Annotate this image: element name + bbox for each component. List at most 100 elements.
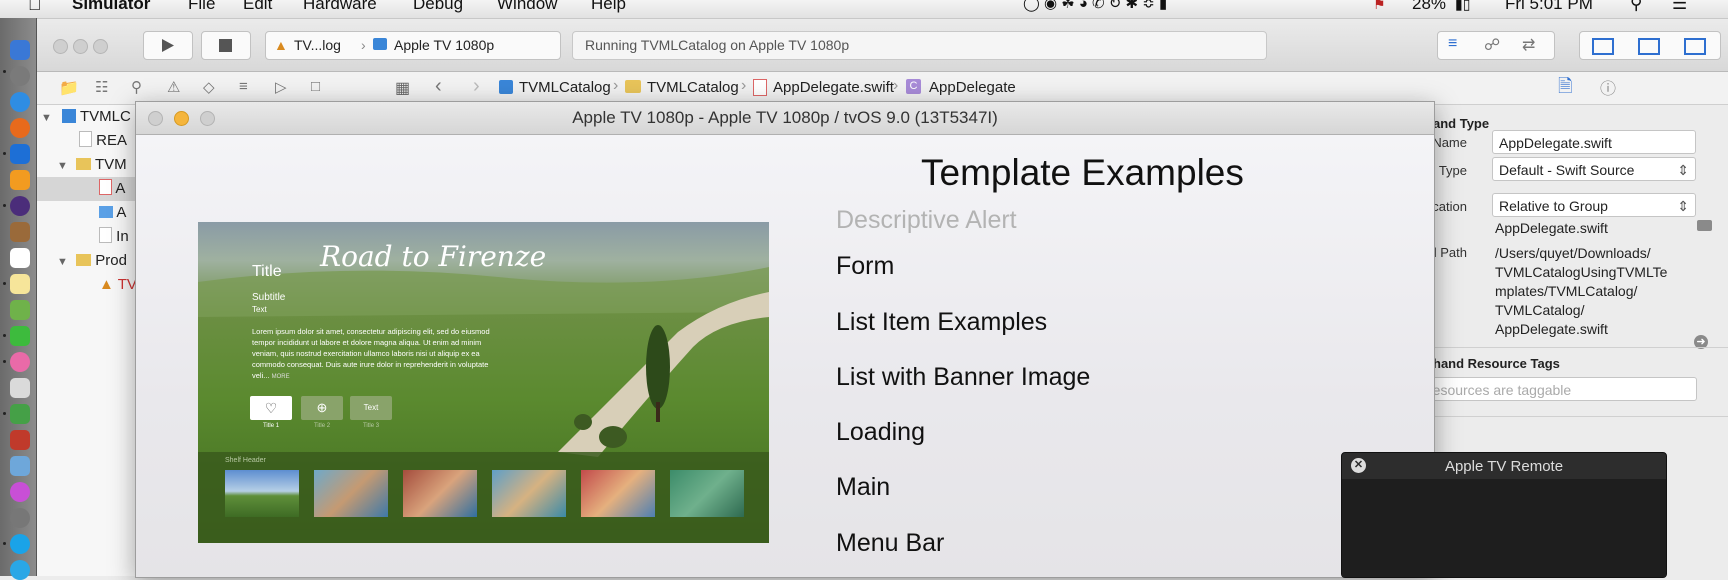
breadcrumb-symbol[interactable]: AppDelegate	[929, 79, 1016, 96]
list-item[interactable]: ▼ TVM	[57, 153, 127, 177]
photos-icon[interactable]	[10, 352, 30, 372]
template-menu-item[interactable]: Form	[836, 252, 894, 281]
location-select[interactable]: Relative to Group ⇕	[1492, 193, 1696, 217]
utilities-toggle-icon[interactable]	[1684, 38, 1706, 55]
launchpad-icon[interactable]	[10, 66, 30, 86]
scheme-selector[interactable]: ▲ TV...log › Apple TV 1080p	[265, 31, 561, 60]
test-navigator-icon[interactable]: ◇	[203, 78, 215, 96]
preview-icon[interactable]	[10, 456, 30, 476]
xcode-icon[interactable]	[10, 144, 30, 164]
add-button[interactable]: ⊕	[301, 396, 343, 420]
project-navigator-icon[interactable]: 📁	[59, 78, 79, 98]
stop-button[interactable]	[201, 31, 251, 60]
menu-edit[interactable]: Edit	[243, 0, 272, 12]
resource-tags-field[interactable]: resources are taggable	[1421, 377, 1697, 401]
stickies-icon[interactable]	[10, 274, 30, 294]
back-arrow-icon[interactable]: ‹	[435, 75, 442, 98]
notes-icon[interactable]	[10, 222, 30, 242]
system-preferences-icon[interactable]	[10, 508, 30, 528]
menu-app-name[interactable]: Simulator	[72, 0, 150, 12]
forward-arrow-icon[interactable]: ›	[473, 75, 480, 98]
calendar-icon[interactable]	[10, 248, 30, 268]
menu-hardware[interactable]: Hardware	[303, 0, 377, 12]
issue-navigator-icon[interactable]: ⚠	[167, 78, 180, 96]
messages-icon[interactable]	[10, 326, 30, 346]
maps-icon[interactable]	[10, 300, 30, 320]
breakpoint-navigator-icon[interactable]: ▷	[275, 78, 287, 96]
list-item[interactable]: ▲ TV	[99, 273, 137, 297]
template-menu-item[interactable]: List with Banner Image	[836, 363, 1090, 392]
template-preview[interactable]: Road to Firenze Title Subtitle Text Lore…	[198, 222, 769, 543]
version-editor-icon[interactable]: ⇄	[1522, 35, 1535, 55]
ibooks-icon[interactable]	[10, 170, 30, 190]
textedit-icon[interactable]	[10, 378, 30, 398]
shelf-image[interactable]	[492, 470, 566, 517]
navigator-toggle-icon[interactable]	[1592, 38, 1614, 55]
disclosure-triangle-icon[interactable]: ▼	[41, 112, 52, 124]
close-window-button[interactable]	[53, 39, 68, 54]
template-menu-item[interactable]: Loading	[836, 418, 925, 447]
run-button[interactable]	[143, 31, 193, 60]
breadcrumb-group[interactable]: TVMLCatalog	[647, 79, 739, 96]
minimize-window-button[interactable]	[73, 39, 88, 54]
list-item[interactable]: In	[99, 225, 129, 249]
shelf-image[interactable]	[225, 470, 299, 517]
menu-help[interactable]: Help	[591, 0, 626, 12]
quick-help-icon[interactable]: ⓘ	[1600, 75, 1616, 99]
menu-file[interactable]: File	[188, 0, 215, 12]
debug-area-toggle-icon[interactable]	[1638, 38, 1660, 55]
github-icon[interactable]	[10, 196, 30, 216]
list-item[interactable]: A	[99, 201, 126, 225]
breadcrumb-project[interactable]: TVMLCatalog	[519, 79, 611, 96]
text-button[interactable]: Text	[350, 396, 392, 420]
skype-icon[interactable]	[10, 534, 30, 554]
list-item[interactable]: A	[99, 177, 125, 201]
report-navigator-icon[interactable]: □	[311, 78, 320, 95]
notification-center-icon[interactable]: ☰	[1672, 0, 1687, 12]
remote-touch-surface[interactable]	[1342, 479, 1666, 577]
find-navigator-icon[interactable]: ⚲	[131, 78, 142, 96]
template-menu-item[interactable]: List Item Examples	[836, 308, 1047, 337]
zoom-window-button[interactable]	[93, 39, 108, 54]
favorite-button[interactable]: ♡	[250, 396, 292, 420]
template-menu-item[interactable]: Descriptive Alert	[836, 206, 1017, 235]
assistant-editor-icon[interactable]: ☍	[1484, 35, 1500, 55]
name-field[interactable]: AppDelegate.swift	[1492, 130, 1696, 154]
menu-clock[interactable]: Fri 5:01 PM	[1505, 0, 1593, 12]
firefox-icon[interactable]	[10, 118, 30, 138]
flag-icon[interactable]: ⚑	[1373, 0, 1386, 11]
itunes-icon[interactable]	[10, 482, 30, 502]
shelf-image[interactable]	[314, 470, 388, 517]
list-item[interactable]: ▼ Prod	[57, 249, 127, 273]
close-window-button[interactable]	[148, 111, 163, 126]
view-toggle-group[interactable]	[1579, 31, 1721, 60]
debug-navigator-icon[interactable]: ≡	[239, 78, 248, 95]
list-item[interactable]: REA	[79, 129, 127, 153]
minimize-window-button[interactable]	[174, 111, 189, 126]
disclosure-triangle-icon[interactable]: ▼	[57, 256, 68, 268]
folder-icon[interactable]	[1697, 220, 1712, 231]
finder-icon[interactable]	[10, 40, 30, 60]
type-select[interactable]: Default - Swift Source ⇕	[1492, 157, 1696, 181]
standard-editor-icon[interactable]: ≡	[1448, 35, 1457, 53]
photo-booth-icon[interactable]	[10, 430, 30, 450]
spotlight-icon[interactable]: ⚲	[1630, 0, 1642, 12]
symbol-navigator-icon[interactable]: ☷	[95, 78, 108, 96]
template-menu-item[interactable]: Menu Bar	[836, 529, 944, 558]
appstore-icon[interactable]	[10, 560, 30, 580]
safari-icon[interactable]	[10, 92, 30, 112]
zoom-window-button[interactable]	[200, 111, 215, 126]
battery-icon[interactable]: ▮▯	[1455, 0, 1470, 11]
numbers-icon[interactable]	[10, 404, 30, 424]
shelf-image[interactable]	[403, 470, 477, 517]
menu-debug[interactable]: Debug	[413, 0, 463, 12]
breadcrumb-file[interactable]: AppDelegate.swift	[773, 79, 894, 96]
template-menu-item[interactable]: Main	[836, 473, 890, 502]
status-icons[interactable]: ◯ ◉ ☘ ◕ ✆ ↻ ✱ ≎ ▮	[1023, 0, 1167, 11]
list-item[interactable]: ▼ TVMLC	[41, 105, 131, 129]
shelf-image[interactable]	[670, 470, 744, 517]
disclosure-triangle-icon[interactable]: ▼	[57, 160, 68, 172]
file-inspector-icon[interactable]: 🗎	[1558, 74, 1572, 104]
apple-icon[interactable]: 	[28, 0, 42, 13]
menu-window[interactable]: Window	[497, 0, 557, 12]
